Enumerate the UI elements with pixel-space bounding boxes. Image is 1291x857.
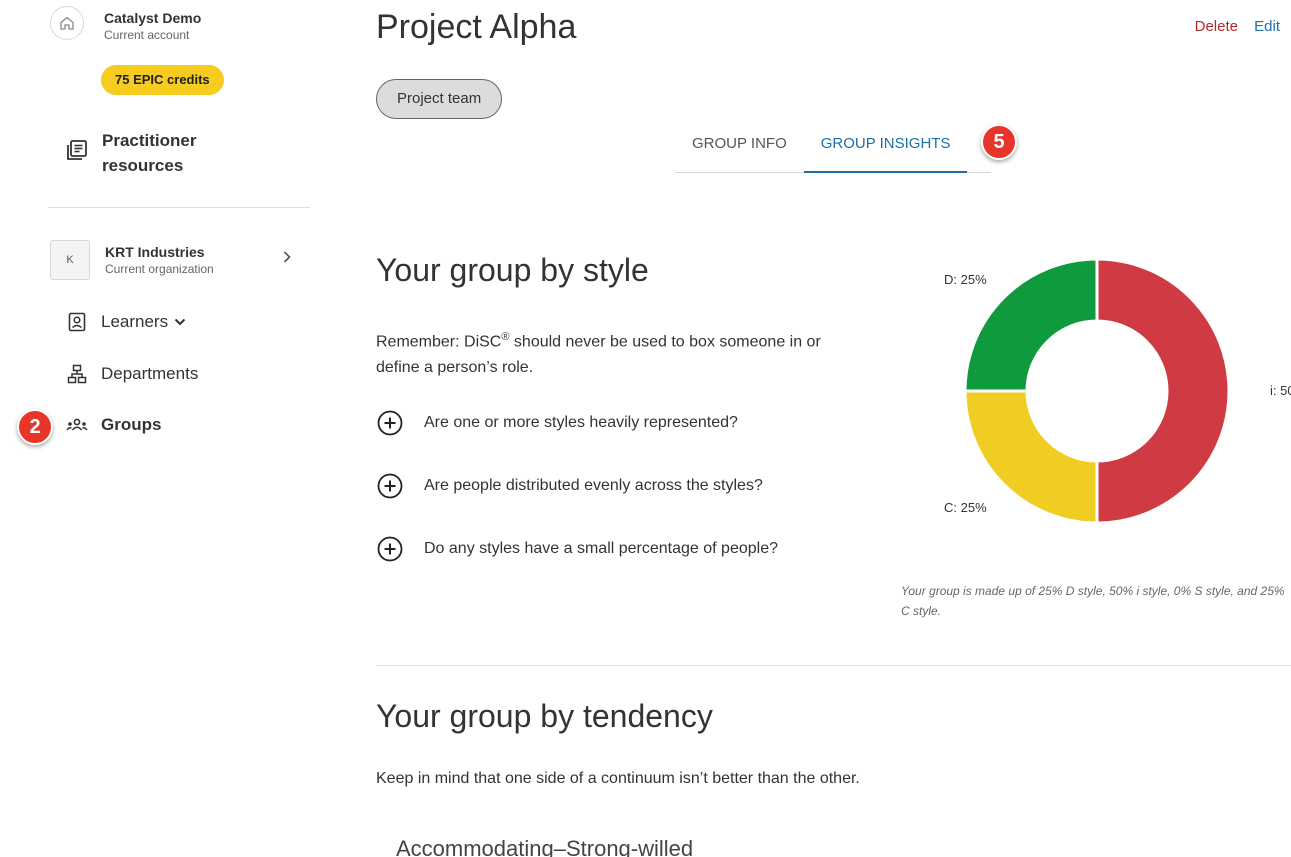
plus-circle-icon <box>377 410 403 436</box>
org-name: KRT Industries <box>105 244 205 260</box>
section-title-style: Your group by style <box>376 252 649 288</box>
sidebar-item-label: Departments <box>101 364 199 383</box>
donut-slice-i <box>1095 257 1231 525</box>
chevron-right-icon <box>282 250 292 269</box>
remember-prefix: Remember: DiSC <box>376 333 502 351</box>
page-actions: Delete Edit <box>1183 18 1280 35</box>
edit-link[interactable]: Edit <box>1254 18 1280 35</box>
document-list-icon <box>66 139 88 166</box>
donut-label-i: i: 50% <box>1270 383 1291 398</box>
remember-note: Remember: DiSC® should never be used to … <box>376 324 866 381</box>
practitioner-resources-link[interactable]: Practitioner resources <box>66 128 242 178</box>
tab-group-info[interactable]: GROUP INFO <box>675 127 804 173</box>
sidebar-item-learners[interactable]: Learners <box>66 311 186 333</box>
donut-svg: i: 50% C: 25% D: 25% <box>944 257 1291 525</box>
sidebar-divider <box>48 207 310 208</box>
account-name: Catalyst Demo <box>104 10 202 26</box>
org-chart-icon <box>66 363 88 385</box>
credits-badge[interactable]: 75 EPIC credits <box>101 65 224 95</box>
people-group-icon <box>66 414 88 436</box>
step-badge: 2 <box>17 409 53 445</box>
step-badge: 5 <box>981 124 1017 160</box>
chevron-down-icon <box>174 317 186 327</box>
account-subtitle: Current account <box>104 28 190 42</box>
accordion-label: Do any styles have a small percentage of… <box>424 540 778 557</box>
tab-bar: GROUP INFO GROUP INSIGHTS <box>675 127 991 173</box>
section-divider <box>376 665 1291 666</box>
accordion-label: Are one or more styles heavily represent… <box>424 414 738 431</box>
continuum-title: Accommodating–Strong-willed <box>396 836 694 857</box>
donut-label-D: D: 25% <box>944 272 987 287</box>
delete-link[interactable]: Delete <box>1195 18 1238 35</box>
chart-caption: Your group is made up of 25% D style, 50… <box>901 584 1285 618</box>
project-team-button[interactable]: Project team <box>376 79 503 119</box>
accordion-label: Are people distributed evenly across the… <box>424 477 763 494</box>
org-subtitle: Current organization <box>105 262 214 276</box>
practitioner-resources-label: Practitioner resources <box>102 131 197 175</box>
sidebar-item-departments[interactable]: Departments <box>66 363 198 385</box>
organization-switcher[interactable]: K KRT Industries Current organization <box>50 240 300 280</box>
id-badge-icon <box>66 311 88 333</box>
account-switcher[interactable]: Catalyst Demo Current account <box>50 6 201 43</box>
accordion-item[interactable]: Are one or more styles heavily represent… <box>376 409 738 437</box>
home-icon <box>50 6 84 40</box>
plus-circle-icon <box>377 473 403 499</box>
tendency-note: Keep in mind that one side of a continuu… <box>376 770 860 787</box>
accordion-item[interactable]: Are people distributed evenly across the… <box>376 472 763 500</box>
plus-circle-icon <box>377 536 403 562</box>
sidebar-item-groups[interactable]: Groups <box>66 414 161 436</box>
accordion-item[interactable]: Do any styles have a small percentage of… <box>376 535 778 563</box>
sidebar-item-label: Learners <box>101 312 169 331</box>
sidebar-item-label: Groups <box>101 415 162 434</box>
section-title-tendency: Your group by tendency <box>376 698 713 734</box>
tab-group-insights[interactable]: GROUP INSIGHTS <box>803 127 968 173</box>
page-title: Project Alpha <box>376 8 577 46</box>
org-avatar: K <box>50 240 90 280</box>
donut-label-C: C: 25% <box>944 500 987 515</box>
style-donut-chart: i: 50% C: 25% D: 25% <box>900 250 1291 540</box>
